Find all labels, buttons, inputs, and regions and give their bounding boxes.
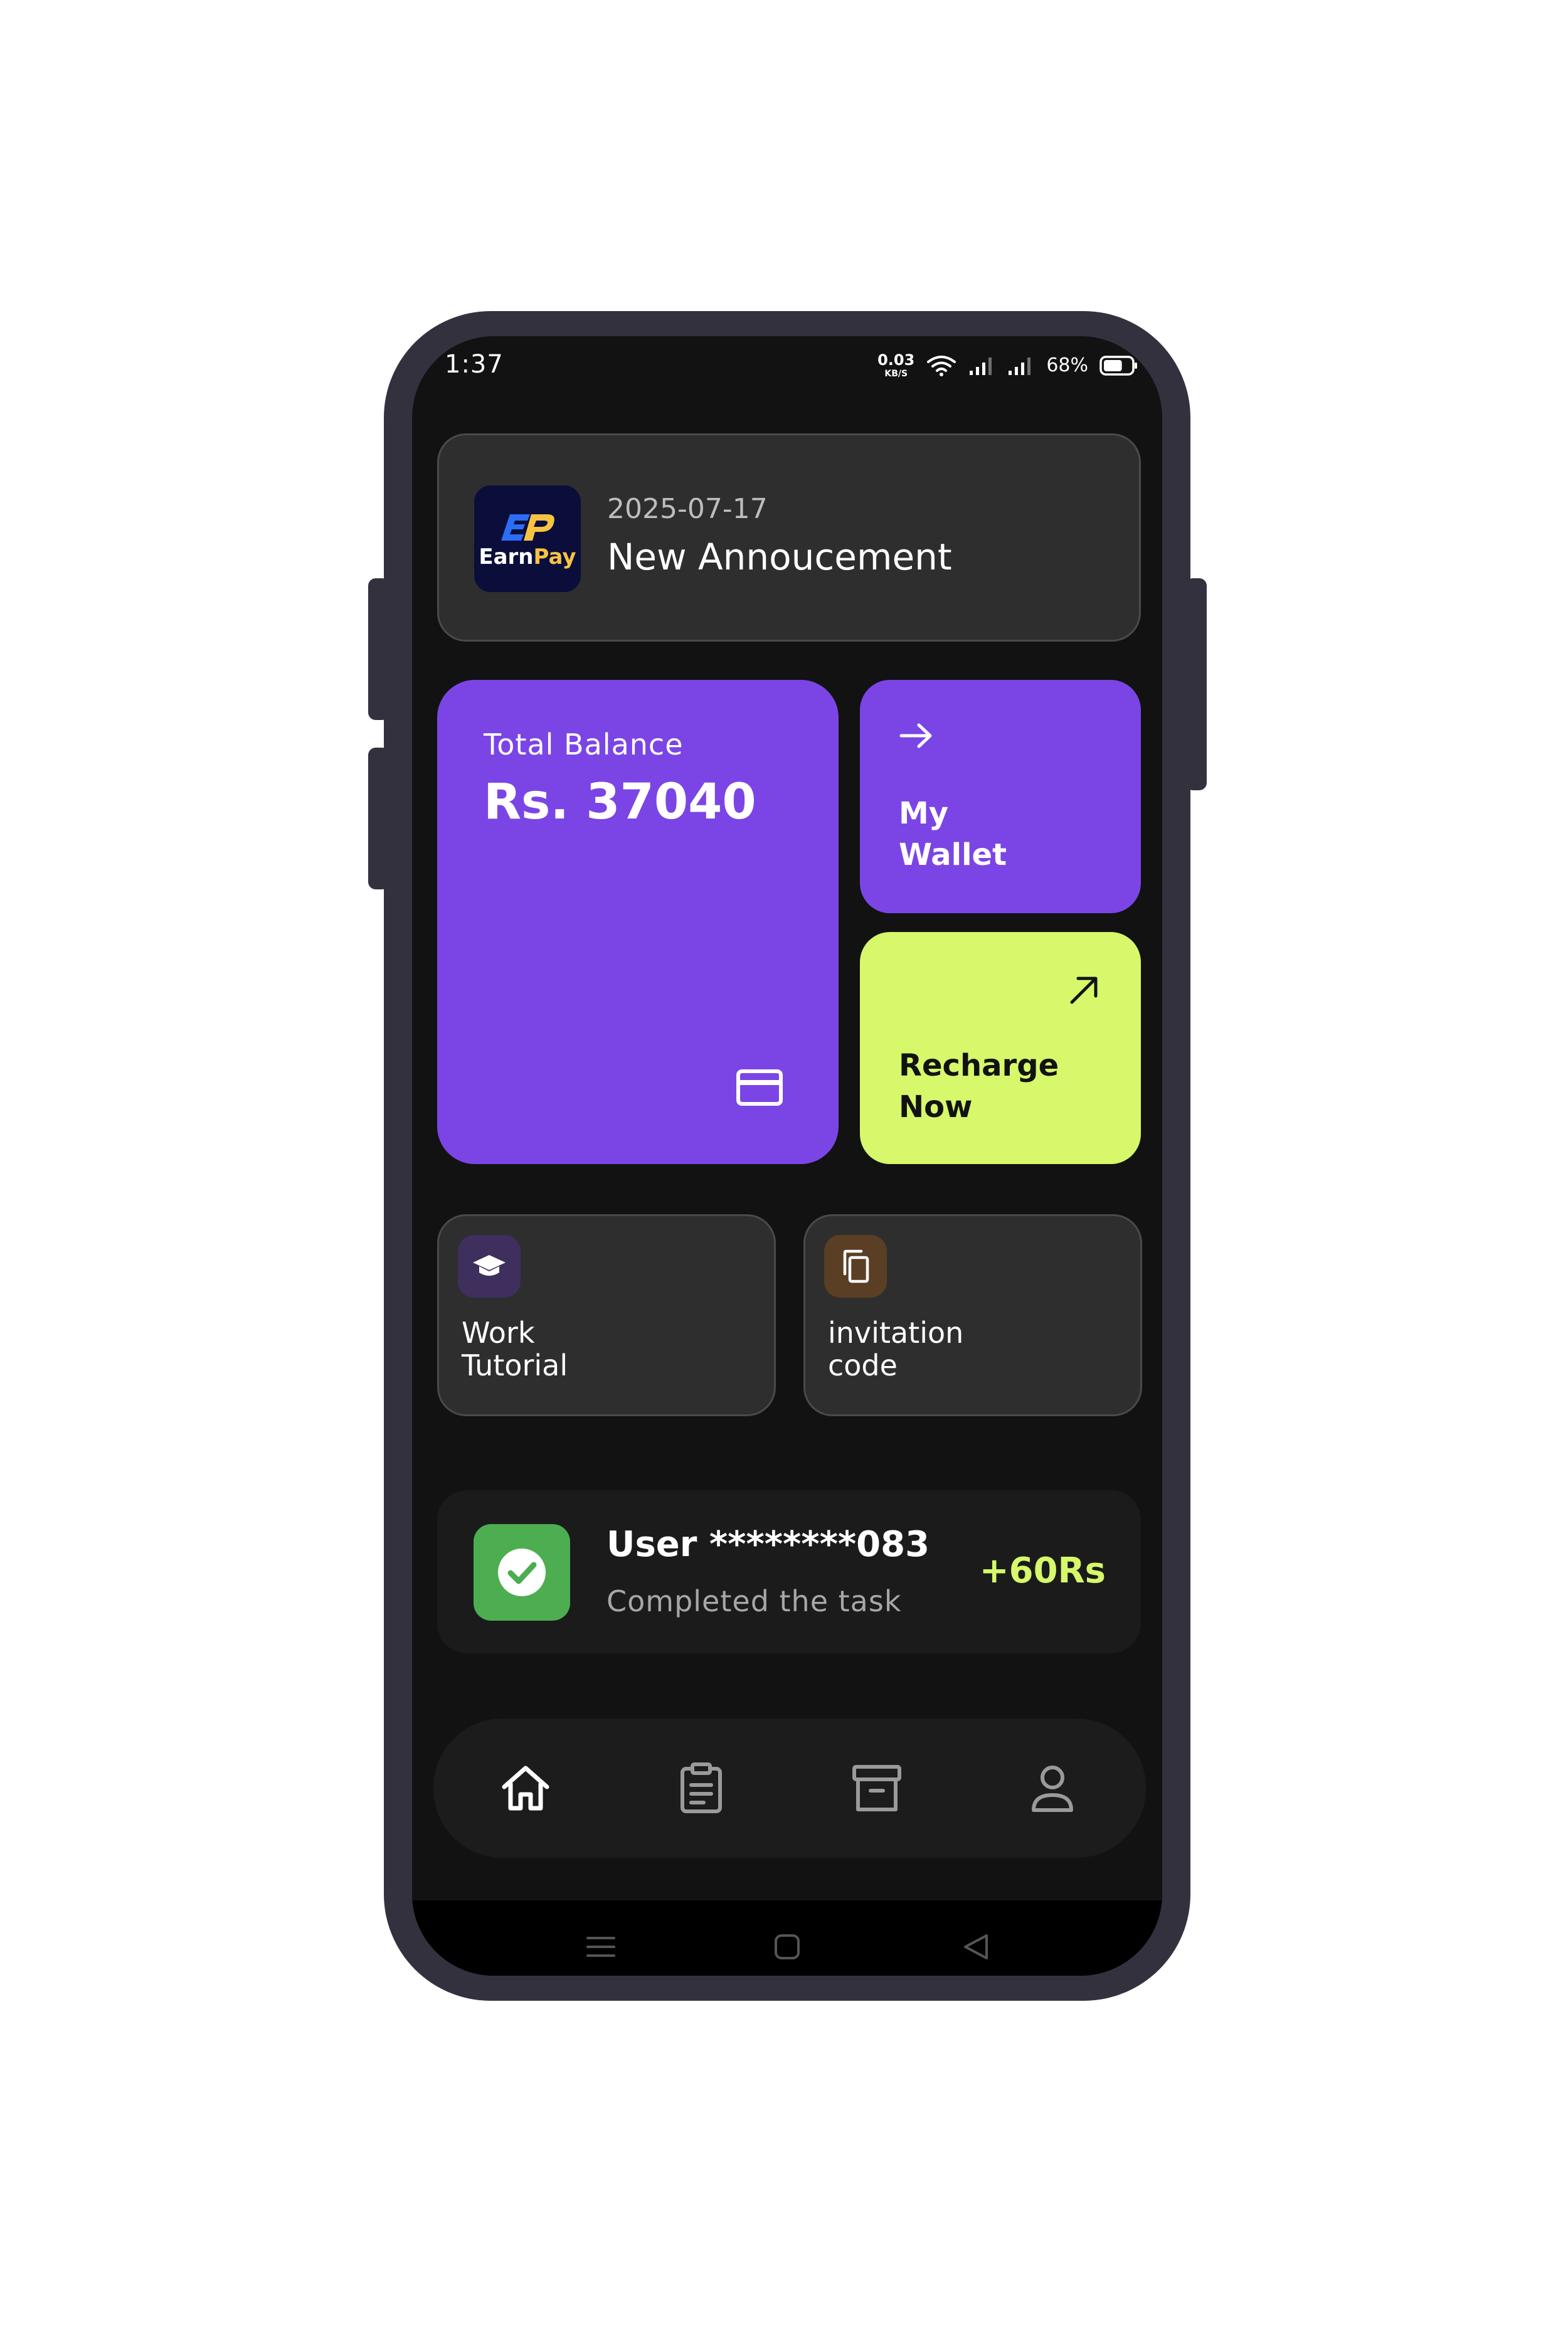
arrow-right-icon <box>899 723 932 748</box>
battery-icon <box>1099 355 1137 376</box>
status-icons: 0.03 KB/S 68% <box>877 352 1138 378</box>
stage: 1:37 0.03 KB/S 68% EarnPay 2025-07-17 Ne… <box>0 0 1568 2352</box>
total-balance-card[interactable]: Total Balance Rs. 37040 <box>437 680 839 1164</box>
system-home-button[interactable] <box>773 1933 801 1961</box>
earnpay-logo-mark <box>501 514 554 541</box>
my-wallet-label-line2: Wallet <box>899 837 1007 872</box>
bottom-nav <box>433 1719 1146 1858</box>
copy-icon <box>843 1249 869 1283</box>
menu-lines-icon <box>586 1937 615 1957</box>
task-user: User ********083 <box>607 1524 930 1565</box>
archive-icon <box>852 1765 901 1811</box>
logo-wordmark: EarnPay <box>479 544 576 569</box>
logo-wordmark-pay: Pay <box>533 544 576 569</box>
network-speed-unit: KB/S <box>884 369 908 379</box>
work-tutorial-label-line2: Tutorial <box>462 1348 568 1382</box>
task-description: Completed the task <box>607 1584 902 1618</box>
invitation-code-label: invitation code <box>828 1316 963 1382</box>
user-icon <box>1032 1766 1073 1812</box>
signal-icon-sim2 <box>1009 357 1031 375</box>
back-triangle-icon <box>964 1934 988 1959</box>
system-menu-button[interactable] <box>585 1934 617 1959</box>
signal-icon-sim1 <box>970 357 992 375</box>
my-wallet-label-line1: My <box>899 796 949 831</box>
phone-screen: 1:37 0.03 KB/S 68% EarnPay 2025-07-17 Ne… <box>412 336 1162 1976</box>
invitation-code-label-line1: invitation <box>828 1316 964 1350</box>
system-nav-bar <box>412 1900 1162 1976</box>
graduation-cap-icon-box <box>458 1235 521 1298</box>
nav-archive[interactable] <box>849 1760 905 1816</box>
balance-label: Total Balance <box>484 728 684 761</box>
announcement-title: New Annoucement <box>607 536 952 578</box>
my-wallet-button[interactable]: My Wallet <box>860 680 1141 913</box>
nav-tasks[interactable] <box>673 1760 729 1816</box>
my-wallet-label: My Wallet <box>899 793 1007 876</box>
credit-card-icon <box>736 1069 783 1106</box>
phone-frame: 1:37 0.03 KB/S 68% EarnPay 2025-07-17 Ne… <box>384 311 1190 2001</box>
clipboard-icon <box>681 1762 722 1813</box>
work-tutorial-label-line1: Work <box>462 1316 535 1350</box>
arrow-up-right-icon <box>1070 977 1098 1004</box>
logo-wordmark-earn: Earn <box>479 544 534 569</box>
recharge-now-label-line2: Now <box>899 1089 973 1125</box>
recharge-now-label: Recharge Now <box>899 1045 1059 1128</box>
work-tutorial-button[interactable]: Work Tutorial <box>437 1214 776 1416</box>
announcement-card[interactable]: EarnPay 2025-07-17 New Annoucement <box>437 433 1141 642</box>
system-back-button[interactable] <box>961 1932 990 1962</box>
check-circle-icon <box>498 1549 546 1596</box>
nav-profile[interactable] <box>1024 1760 1081 1816</box>
task-notification: User ********083 Completed the task +60R… <box>437 1490 1141 1653</box>
square-icon <box>775 1934 800 1959</box>
announcement-date: 2025-07-17 <box>607 493 768 525</box>
status-bar: 1:37 0.03 KB/S 68% <box>412 336 1162 411</box>
recharge-now-button[interactable]: Recharge Now <box>860 932 1141 1164</box>
copy-icon-box <box>824 1235 887 1298</box>
network-speed-value: 0.03 <box>877 351 915 369</box>
nav-home[interactable] <box>497 1760 554 1816</box>
check-circle-icon-box <box>474 1524 570 1621</box>
home-icon <box>502 1766 549 1811</box>
invitation-code-button[interactable]: invitation code <box>803 1214 1142 1416</box>
wifi-icon <box>927 355 956 376</box>
balance-amount: Rs. 37040 <box>484 774 756 830</box>
recharge-now-label-line1: Recharge <box>899 1048 1059 1083</box>
network-speed: 0.03 KB/S <box>877 352 914 378</box>
status-time: 1:37 <box>445 350 504 379</box>
battery-percent: 68% <box>1046 354 1088 376</box>
graduation-cap-icon <box>473 1255 506 1276</box>
invitation-code-label-line2: code <box>828 1348 898 1382</box>
work-tutorial-label: Work Tutorial <box>462 1316 568 1382</box>
task-reward-amount: +60Rs <box>979 1550 1106 1591</box>
earnpay-logo: EarnPay <box>474 485 581 592</box>
